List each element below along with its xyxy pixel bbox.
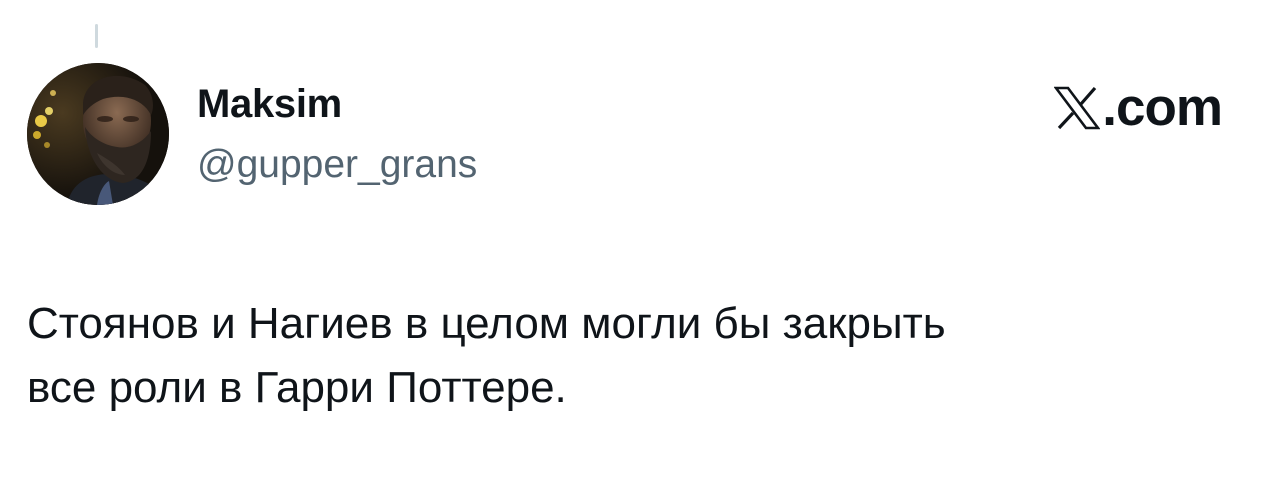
tweet-text: Стоянов и Нагиев в целом могли бы закрыт… [27,299,946,412]
brand-watermark: .com [1054,78,1223,138]
brand-domain-text: .com [1102,78,1223,137]
thread-line [95,24,98,48]
bearded-man-avatar-icon [27,63,169,205]
display-name[interactable]: Maksim [197,80,342,128]
avatar[interactable] [27,63,169,205]
user-handle[interactable]: @gupper_grans [197,141,477,189]
x-logo-icon [1054,86,1101,130]
